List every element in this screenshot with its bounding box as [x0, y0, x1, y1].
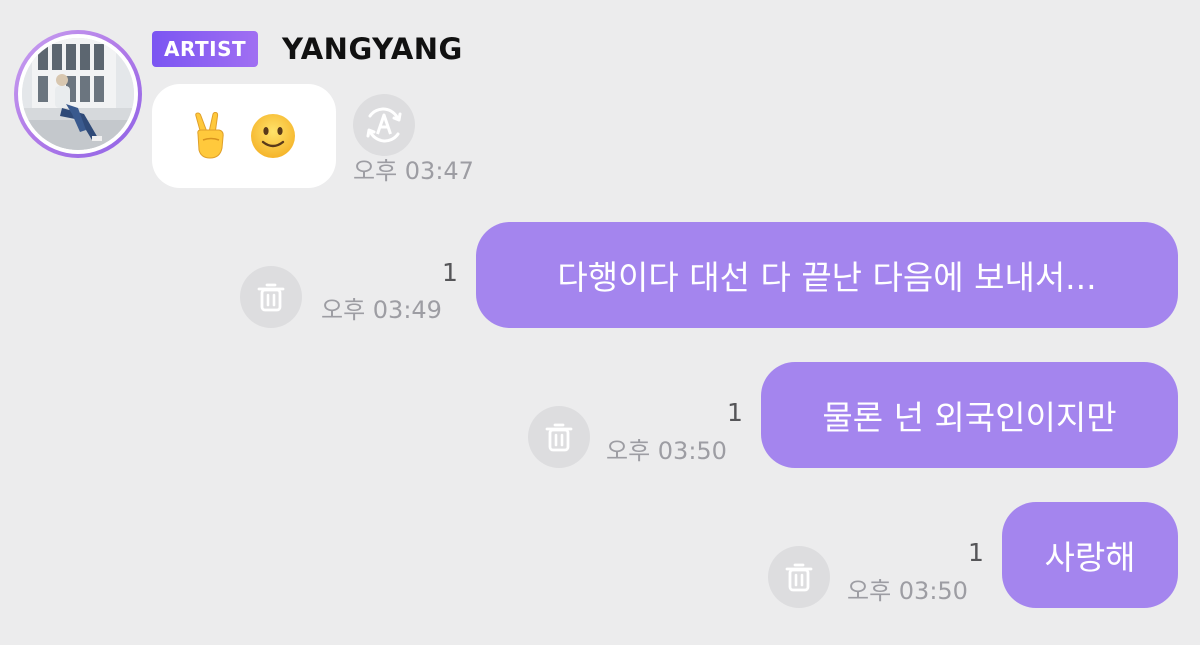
artist-avatar[interactable]	[14, 30, 142, 158]
emoji-row	[191, 112, 297, 160]
artist-badge: ARTIST	[152, 31, 259, 67]
translate-icon	[366, 107, 402, 143]
avatar-border	[18, 34, 138, 154]
incoming-message-bubble[interactable]	[152, 84, 336, 188]
incoming-timestamp: 오후 03:47	[353, 157, 474, 185]
delete-message-button[interactable]	[528, 406, 590, 468]
message-timestamp: 오후 03:49	[321, 296, 442, 324]
delete-message-button[interactable]	[768, 546, 830, 608]
read-count: 1	[968, 538, 984, 567]
delete-message-button[interactable]	[240, 266, 302, 328]
read-count: 1	[727, 398, 743, 427]
read-count: 1	[442, 258, 458, 287]
victory-hand-emoji	[195, 112, 224, 159]
message-timestamp: 오후 03:50	[847, 577, 968, 605]
translate-button[interactable]	[353, 94, 415, 156]
trash-icon	[257, 283, 285, 312]
slightly-smiling-face-emoji	[251, 114, 295, 158]
trash-icon	[785, 563, 813, 592]
avatar-photo-image	[22, 38, 134, 150]
sender-name[interactable]: YANGYANG	[282, 28, 463, 70]
trash-icon	[545, 423, 573, 452]
outgoing-message-bubble[interactable]: 다행이다 대선 다 끝난 다음에 보내서...	[476, 222, 1178, 328]
outgoing-message-bubble[interactable]: 사랑해	[1002, 502, 1178, 608]
outgoing-message-bubble[interactable]: 물론 넌 외국인이지만	[761, 362, 1178, 468]
message-timestamp: 오후 03:50	[606, 437, 727, 465]
avatar-photo	[22, 38, 134, 150]
